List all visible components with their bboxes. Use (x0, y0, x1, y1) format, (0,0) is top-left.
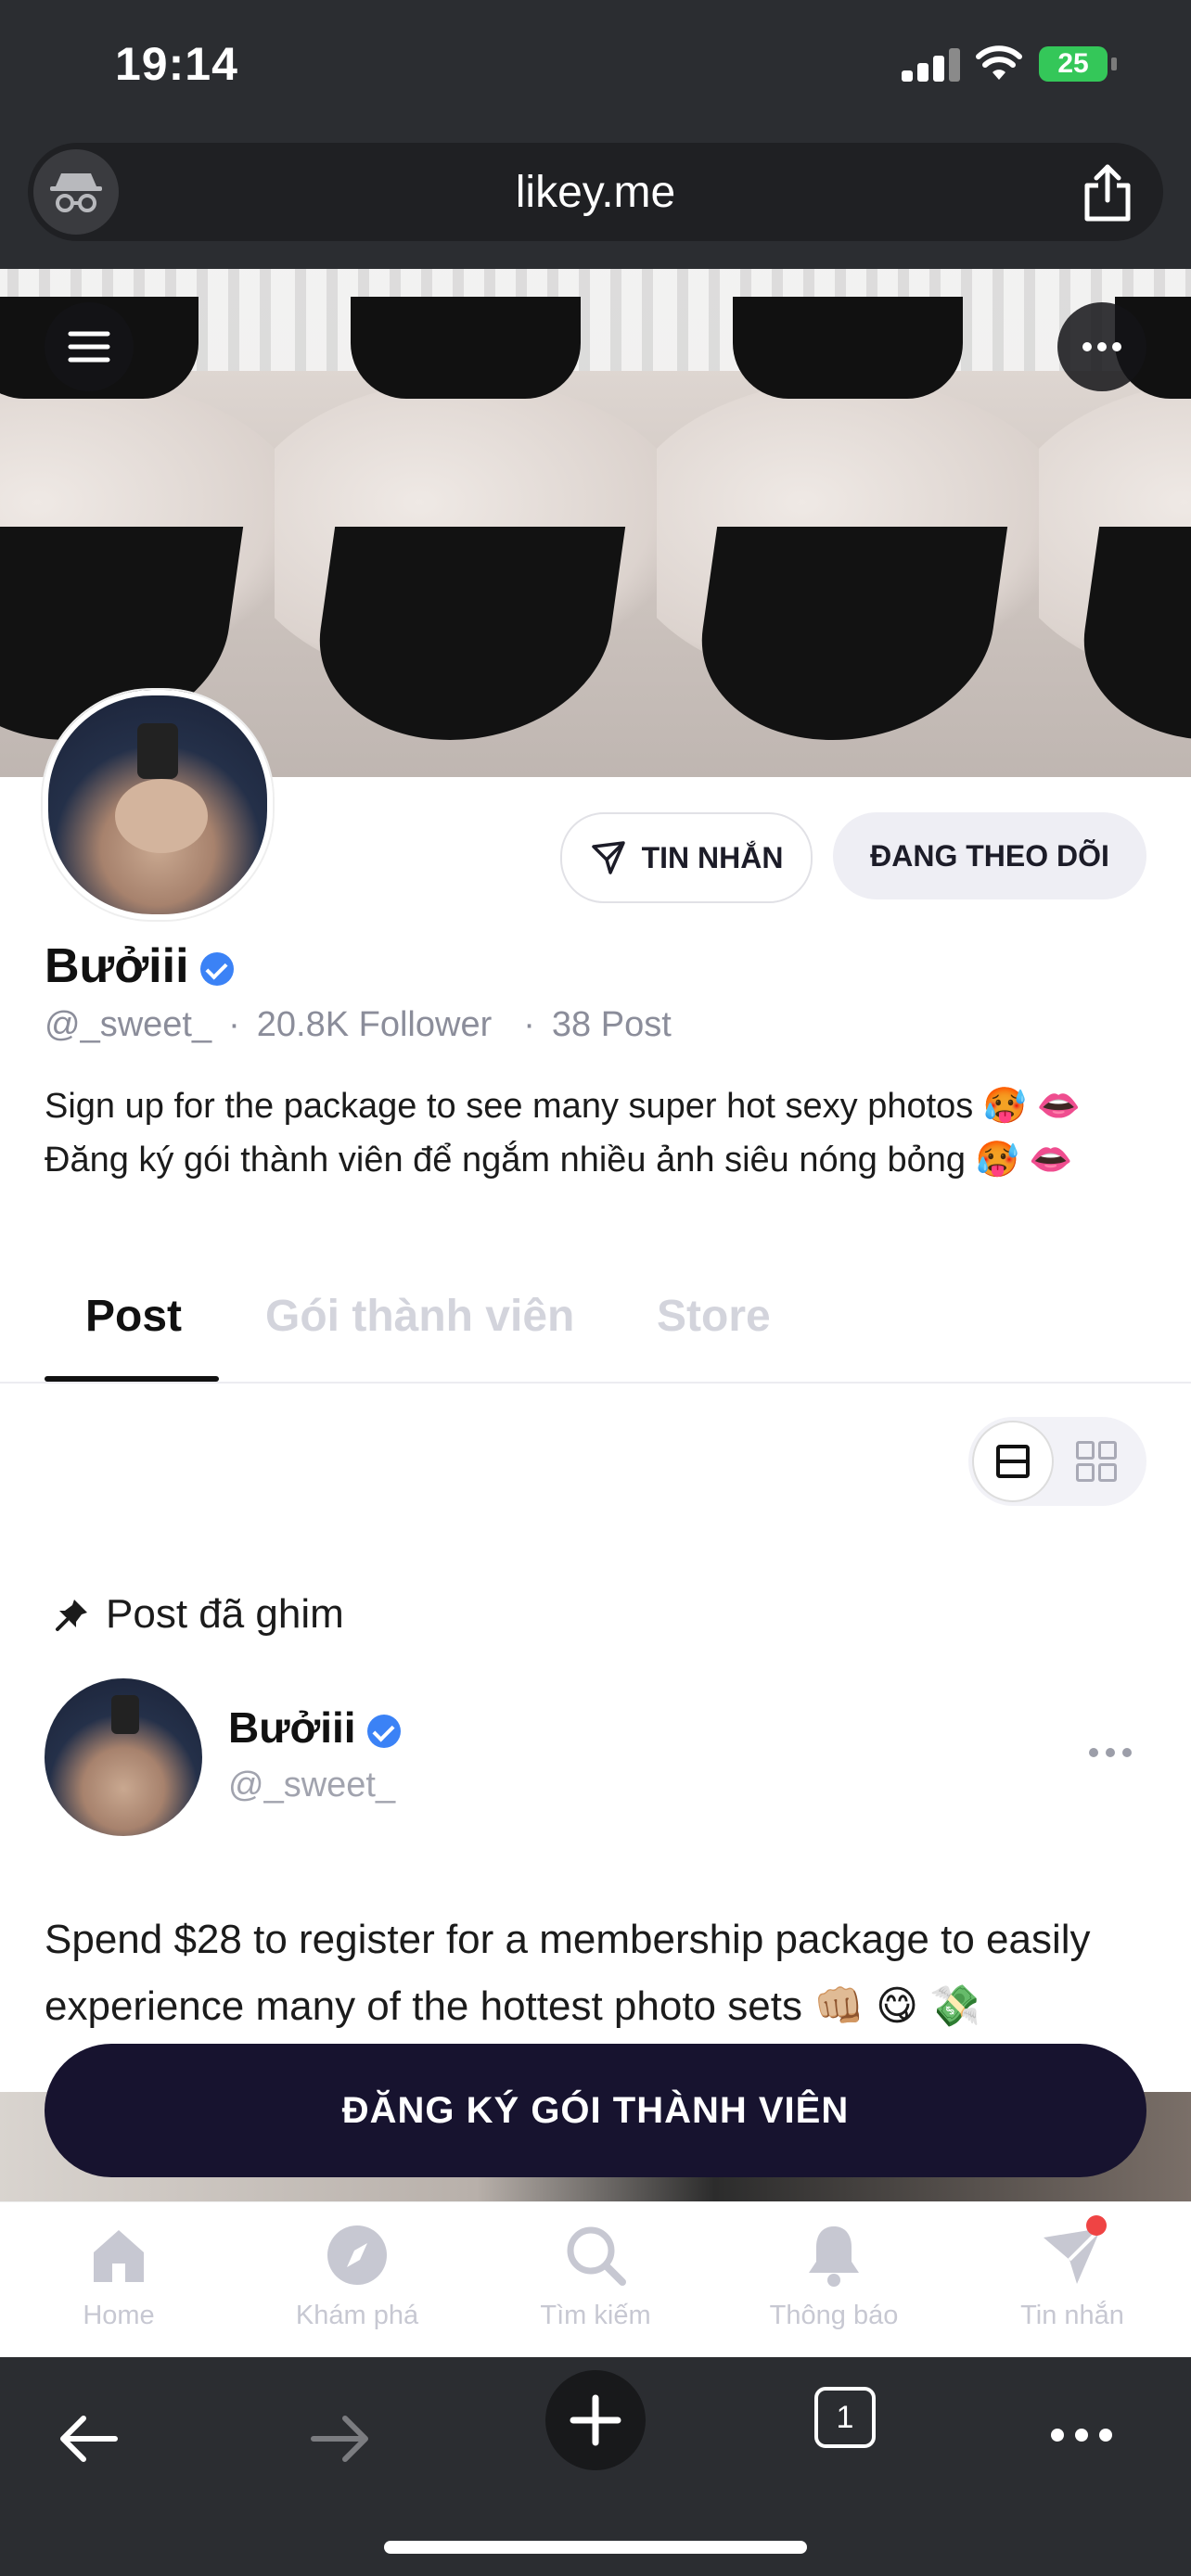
avatar-phone (137, 723, 178, 779)
battery-nub (1111, 57, 1117, 70)
more-icon[interactable] (1046, 2417, 1117, 2454)
tab-post[interactable]: Post (85, 1291, 182, 1342)
post-author-name[interactable]: Bưởiii (228, 1702, 401, 1753)
follower-count[interactable]: 20.8K Follower (257, 1005, 492, 1044)
nav-explore[interactable]: Khám phá (264, 2223, 450, 2331)
subscribe-membership-label: ĐĂNG KÝ GÓI THÀNH VIÊN (341, 2089, 850, 2131)
avatar-face (115, 779, 208, 853)
plus-icon (570, 2394, 621, 2446)
view-toggle (968, 1417, 1146, 1506)
nav-search[interactable]: Tìm kiếm (503, 2223, 688, 2331)
nav-label: Home (83, 2301, 155, 2330)
unread-dot (1086, 2215, 1107, 2236)
nav-label: Khám phá (295, 2301, 419, 2330)
more-options-button[interactable] (1057, 302, 1146, 391)
battery-icon: 25 (1039, 46, 1108, 82)
post-author-handle: @_sweet_ (228, 1766, 396, 1804)
list-view-icon[interactable] (972, 1421, 1054, 1502)
grid-view-icon[interactable] (1076, 1441, 1117, 1482)
profile-name: Bưởiii (45, 938, 234, 994)
tab-membership[interactable]: Gói thành viên (265, 1291, 574, 1342)
tab-store[interactable]: Store (657, 1291, 771, 1342)
pin-icon (56, 1600, 87, 1631)
post-more-icon[interactable] (1089, 1743, 1135, 1762)
bio-line: Đăng ký gói thành viên để ngắm nhiều ảnh… (45, 1141, 1073, 1180)
post-text: Spend $28 to register for a membership p… (45, 1917, 1091, 2029)
cover-tile (657, 269, 1039, 777)
profile-handle: @_sweet_ (45, 1005, 212, 1044)
nav-label: Tin nhắn (1020, 2301, 1124, 2330)
screen: 19:14 25 likey.me TIN NHẮN ĐANG THEO DÕI… (0, 0, 1191, 2576)
menu-button[interactable] (45, 302, 134, 391)
nav-label: Thông báo (769, 2301, 899, 2330)
forward-arrow-icon[interactable] (304, 2404, 375, 2474)
active-tab-indicator (45, 1376, 219, 1382)
nav-home[interactable]: Home (26, 2223, 211, 2331)
following-button[interactable]: ĐANG THEO DÕI (833, 812, 1146, 899)
send-icon (591, 841, 625, 874)
profile-name-text: Bưởiii (45, 939, 189, 993)
verified-badge-icon (366, 1714, 401, 1748)
hamburger-icon (68, 331, 110, 363)
back-arrow-icon[interactable] (54, 2404, 124, 2474)
cover-tile (275, 269, 657, 777)
message-button[interactable]: TIN NHẮN (560, 812, 813, 903)
profile-meta: @_sweet_ · 20.8K Follower · 38 Post (45, 1005, 672, 1044)
signal-icon (902, 48, 961, 82)
home-indicator (384, 2541, 807, 2554)
profile-bio: Sign up for the package to see many supe… (45, 1079, 1158, 1187)
share-icon[interactable] (1080, 163, 1135, 223)
app-bottom-nav: Home Khám phá Tìm kiếm Thông báo Tin nhắ… (0, 2201, 1191, 2358)
address-bar[interactable]: likey.me (28, 143, 1163, 241)
send-icon (1040, 2215, 1107, 2288)
compass-icon (325, 2223, 390, 2288)
bell-icon (801, 2223, 866, 2288)
status-bar: 19:14 25 (0, 0, 1191, 139)
pinned-label: Post đã ghim (106, 1591, 344, 1637)
nav-messages[interactable]: Tin nhắn (980, 2215, 1165, 2331)
profile-tabs: Post Gói thành viên Store (0, 1282, 1191, 1384)
home-icon (86, 2223, 151, 2288)
pinned-header: Post đã ghim (54, 1591, 344, 1638)
url-text[interactable]: likey.me (28, 167, 1163, 218)
nav-notifications[interactable]: Thông báo (741, 2223, 927, 2331)
bio-line: Sign up for the package to see many supe… (45, 1087, 1082, 1126)
battery-level: 25 (1057, 48, 1089, 79)
message-button-label: TIN NHẮN (641, 840, 784, 874)
verified-badge-icon (199, 952, 234, 987)
new-tab-button[interactable] (545, 2370, 646, 2470)
post-count: 38 Post (551, 1005, 672, 1044)
post-author-avatar[interactable] (45, 1678, 202, 1836)
avatar-phone (111, 1695, 139, 1734)
profile-avatar[interactable] (43, 690, 273, 920)
more-icon (1082, 342, 1121, 351)
nav-label: Tìm kiếm (540, 2301, 651, 2330)
tabs-button[interactable]: 1 (814, 2387, 876, 2448)
following-button-label: ĐANG THEO DÕI (870, 838, 1109, 873)
wifi-icon (976, 45, 1022, 80)
search-icon (563, 2223, 628, 2288)
subscribe-membership-button[interactable]: ĐĂNG KÝ GÓI THÀNH VIÊN (45, 2044, 1146, 2177)
post-author-name-text: Bưởiii (228, 1703, 356, 1752)
status-time: 19:14 (115, 38, 238, 90)
